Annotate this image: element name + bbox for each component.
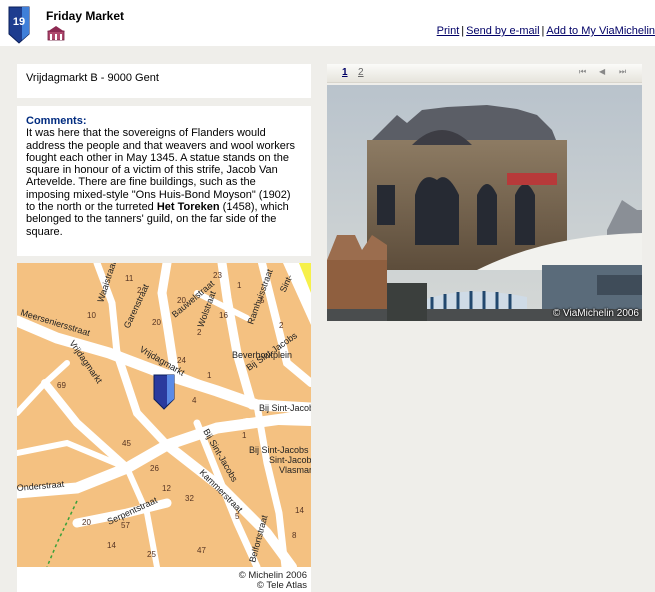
house-number: 4 [192, 396, 197, 405]
site-badge: 19 [8, 6, 30, 44]
last-icon[interactable]: ⏭ [619, 67, 626, 77]
building-category-icon [47, 26, 65, 41]
street-label: Vlasmarkt [279, 465, 311, 475]
page-header: 19 Friday Market Print | Send by e-mail | Ad… [0, 0, 655, 46]
house-number: 2 [197, 328, 202, 337]
add-to-my-viamichelin-link[interactable]: Add to My ViaMichelin [546, 25, 655, 37]
house-number: 10 [87, 311, 96, 320]
send-by-email-link[interactable]: Send by e-mail [466, 25, 539, 37]
house-number: 20 [152, 318, 161, 327]
photo-panel: 1 2 ⏮ ◀ ⏭ © ViaMichelin 2006 [327, 64, 642, 322]
page-title: Friday Market [46, 9, 125, 23]
house-number: 1 [242, 431, 247, 440]
house-number: 1 [207, 371, 212, 380]
house-number: 1 [237, 281, 242, 290]
street-label: Sint-Jacobs [269, 455, 311, 465]
comments-label: Comments: [26, 115, 87, 127]
comments-text: It was here that the sovereigns of Fland… [26, 127, 302, 238]
house-number: 2 [137, 286, 142, 295]
house-number: 20 [82, 518, 91, 527]
address-panel: Vrijdagmarkt B - 9000 Gent [17, 64, 311, 98]
house-number: 5 [260, 296, 265, 305]
house-number: 45 [122, 439, 131, 448]
street-label: Bij Sint-Jacobs [259, 403, 311, 413]
house-number: 23 [213, 271, 222, 280]
map-panel: Waaistraat Garenstraat Meerseniersstraat… [17, 263, 311, 592]
house-number: 2 [279, 321, 284, 330]
house-number: 32 [185, 494, 194, 503]
house-number: 11 [125, 274, 134, 283]
market-photo: © ViaMichelin 2006 [327, 85, 642, 321]
house-number: 16 [219, 311, 228, 320]
photo-page-2[interactable]: 2 [358, 67, 364, 78]
house-number: 69 [57, 381, 66, 390]
comments-bold-text: Het Toreken [156, 201, 220, 214]
page-actions: Print | Send by e-mail | Add to My ViaMichel… [437, 25, 655, 37]
house-number: 57 [121, 521, 130, 530]
photo-pager: 1 2 ⏮ ◀ ⏭ [327, 64, 642, 83]
badge-number: 19 [13, 16, 25, 28]
first-icon[interactable]: ⏮ [579, 67, 586, 77]
address-text: Vrijdagmarkt B - 9000 Gent [26, 72, 159, 84]
location-map[interactable]: Waaistraat Garenstraat Meerseniersstraat… [17, 263, 311, 567]
house-number: 12 [162, 484, 171, 493]
house-number: 8 [292, 531, 297, 540]
house-number: 26 [150, 464, 159, 473]
house-number: 47 [197, 546, 206, 555]
photo-page-1[interactable]: 1 [342, 67, 348, 78]
house-number: 14 [295, 506, 304, 515]
print-link[interactable]: Print [437, 25, 460, 37]
house-number: 24 [177, 356, 186, 365]
map-copyright-teleatlas: © Tele Atlas [256, 580, 307, 591]
house-number: 25 [147, 550, 156, 559]
photo-credit: © ViaMichelin 2006 [552, 308, 639, 319]
prev-icon[interactable]: ◀ [599, 67, 605, 76]
house-number: 5 [235, 512, 240, 521]
street-label: Bij Sint-Jacobs [249, 445, 309, 455]
content-area: Vrijdagmarkt B - 9000 Gent Comments: It … [0, 46, 655, 592]
house-number: 20 [177, 296, 186, 305]
house-number: 14 [107, 541, 116, 550]
comments-panel: Comments: It was here that the sovereign… [17, 106, 311, 256]
